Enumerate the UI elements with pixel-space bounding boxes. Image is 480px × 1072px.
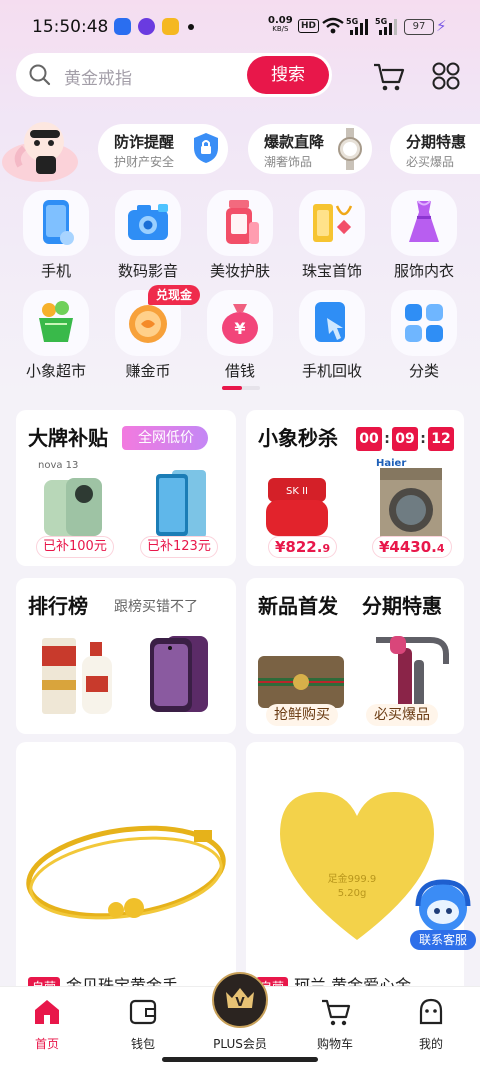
hd-icon: HD	[298, 19, 320, 33]
category-clothing[interactable]: 服饰内衣	[376, 190, 462, 282]
tablet-product-image	[156, 470, 206, 538]
charging-icon: ⚡	[436, 17, 447, 35]
wallet-icon	[129, 999, 157, 1025]
promo-hot-deals[interactable]: 爆款直降 潮奢饰品	[248, 124, 372, 174]
camera-icon	[128, 204, 168, 240]
low-price-tag: 全网低价	[122, 426, 208, 450]
cosmetics-icon	[226, 200, 259, 244]
category-all[interactable]: 分类	[376, 290, 462, 382]
skincare-product-image: SK II	[266, 478, 328, 536]
promo-anti-fraud[interactable]: 防诈提醒 护财产安全	[98, 124, 228, 174]
category-loan[interactable]: ¥ 借钱	[192, 290, 278, 382]
mail-notification-icon	[162, 18, 179, 35]
nav-wallet[interactable]: 钱包	[108, 993, 178, 1053]
money-bag-icon: ¥	[222, 304, 258, 344]
gold-bracelet-image	[26, 825, 226, 920]
customer-service-button[interactable]: 联系客服	[410, 930, 476, 950]
cart-icon[interactable]	[372, 60, 406, 92]
phone-model-label: nova 13	[38, 460, 79, 471]
basket-icon	[39, 301, 73, 342]
product-card-bracelet[interactable]	[16, 742, 236, 1002]
flash-price-2: ¥4430.4	[372, 536, 452, 558]
crown-v-icon: V	[226, 988, 254, 1009]
phone-product-image	[44, 478, 102, 536]
category-beauty[interactable]: 美妆护肤	[192, 190, 278, 282]
network-speed: 0.09 KB/S	[268, 15, 293, 34]
watch-icon	[338, 128, 362, 170]
card-title: 排行榜	[28, 594, 88, 618]
hair-dryer-image	[376, 636, 449, 710]
wallet-product-image	[258, 656, 344, 708]
menu-grid-icon[interactable]	[430, 60, 462, 92]
card-title: 小象秒杀	[258, 426, 338, 450]
flash-sale-card[interactable]: 小象秒杀 00: 09: 12 SK II Haier ¥822.9 ¥4430…	[246, 410, 464, 566]
search-icon	[29, 64, 51, 86]
liquor-product-image	[42, 638, 112, 714]
installment-label: 必买爆品	[366, 704, 438, 726]
home-icon	[35, 1000, 59, 1024]
shield-lock-icon	[194, 133, 218, 163]
new-and-installment-card[interactable]: 新品首发 分期特惠 抢鲜购买 必买爆品	[246, 578, 464, 734]
gold-bar-icon	[313, 204, 353, 242]
battery-icon: 97	[404, 19, 434, 35]
home-indicator	[162, 1057, 318, 1062]
svg-text:V: V	[235, 995, 245, 1009]
status-bar: 15:50:48 0.09 KB/S HD 5G 5G 97 ⚡	[0, 0, 480, 52]
nav-home[interactable]: 首页	[12, 993, 82, 1053]
app-notification-icon	[138, 18, 155, 35]
category-page-indicator	[222, 386, 260, 390]
installment-title: 分期特惠	[362, 594, 442, 618]
svg-text:5G: 5G	[375, 17, 387, 26]
phone-icon	[43, 200, 74, 245]
mascot-elephant-icon	[2, 122, 78, 182]
category-grid-icon	[405, 304, 443, 342]
brand-subsidy-card[interactable]: 大牌补贴 全网低价 nova 13 已补100元 已补123元	[16, 410, 236, 566]
search-input[interactable]: 黄金戒指	[64, 64, 132, 89]
category-phone[interactable]: 手机	[8, 190, 94, 282]
ranking-subtitle: 跟榜买错不了	[114, 599, 198, 615]
iphone-product-image	[150, 636, 208, 712]
washing-machine-image	[380, 468, 442, 542]
phone-recycle-icon	[315, 302, 345, 342]
svg-text:SK II: SK II	[286, 486, 308, 497]
more-notifications-icon	[188, 24, 194, 30]
cart-icon	[322, 999, 351, 1026]
nav-cart[interactable]: 购物车	[300, 993, 370, 1053]
search-button[interactable]: 搜索	[247, 56, 329, 94]
subsidy-price-1: 已补100元	[36, 536, 114, 558]
svg-text:足金999.9: 足金999.9	[328, 872, 377, 885]
flash-price-1: ¥822.9	[268, 536, 338, 558]
countdown-timer: 00: 09: 12	[356, 427, 454, 451]
svg-text:¥: ¥	[234, 319, 245, 338]
dress-icon	[409, 200, 439, 242]
product-card-gold-heart[interactable]: 足金999.9 5.20g	[246, 742, 464, 1002]
search-bar[interactable]: 黄金戒指 搜索	[16, 53, 332, 97]
svg-text:5G: 5G	[346, 17, 358, 26]
svg-text:5.20g: 5.20g	[338, 888, 367, 899]
status-time: 15:50:48	[32, 17, 109, 37]
new-products-title: 新品首发	[258, 594, 338, 618]
card-title: 大牌补贴	[28, 426, 108, 450]
category-supermarket[interactable]: 小象超市	[8, 290, 94, 382]
wifi-icon	[322, 17, 344, 34]
plus-member-icon[interactable]: V	[212, 972, 268, 1028]
category-jewelry[interactable]: 珠宝首饰	[284, 190, 370, 282]
profile-face-icon	[419, 998, 443, 1025]
subsidy-price-2: 已补123元	[140, 536, 218, 558]
signal-icon: 5G	[375, 17, 397, 35]
signal-icon: 5G	[346, 17, 368, 35]
category-phone-recycle[interactable]: 手机回收	[284, 290, 370, 382]
app-notification-icon	[114, 18, 131, 35]
promo-installment[interactable]: 分期特惠 必买爆品	[390, 124, 480, 174]
coin-icon	[129, 305, 167, 343]
nav-mine[interactable]: 我的	[396, 993, 466, 1053]
new-product-label: 抢鲜购买	[266, 704, 338, 726]
category-digital[interactable]: 数码影音	[100, 190, 186, 282]
ranking-card[interactable]: 排行榜 跟榜买错不了	[16, 578, 236, 734]
